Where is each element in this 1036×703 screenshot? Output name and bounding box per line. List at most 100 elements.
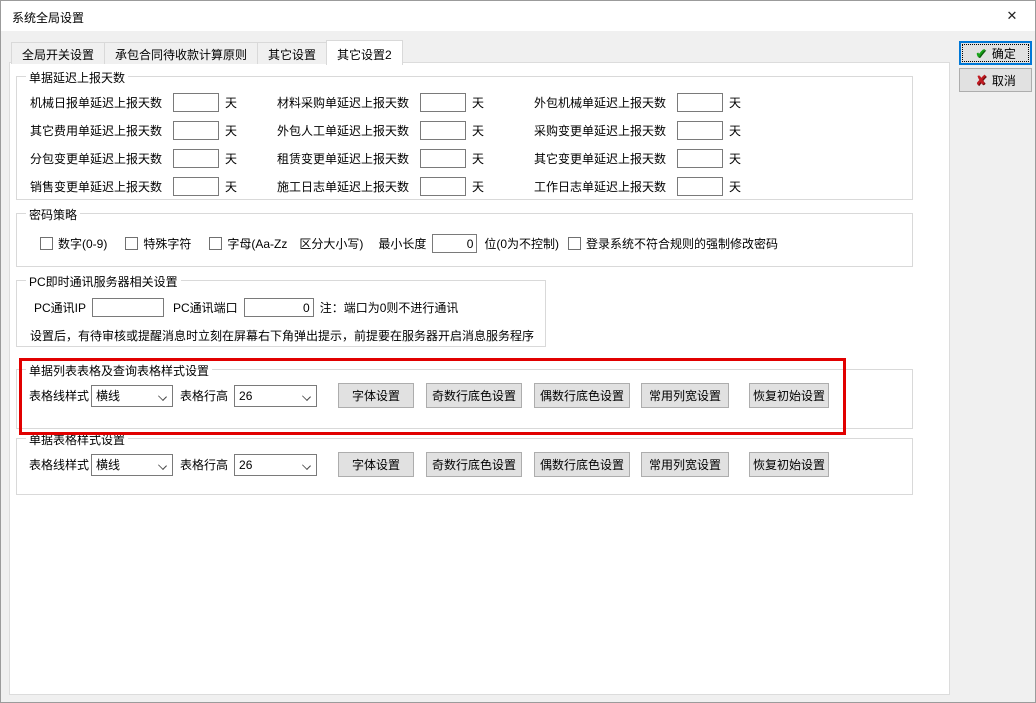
group-title: PC即时通讯服务器相关设置 — [26, 273, 181, 290]
checkbox-digits[interactable]: 数字(0-9) — [40, 235, 107, 252]
delay-label: 外包人工单延迟上报天数 — [277, 122, 420, 139]
delay-cell: 外包机械单延迟上报天数 天 — [534, 93, 741, 112]
delay-days-input[interactable] — [677, 149, 723, 168]
tab-contract-receivable-rules[interactable]: 承包合同待收款计算原则 — [104, 42, 258, 64]
delay-days-input[interactable] — [420, 149, 466, 168]
selected-value: 26 — [239, 458, 252, 472]
delay-row: 机械日报单延迟上报天数 天 材料采购单延迟上报天数 天 外包机械单延迟上报天数 … — [30, 92, 741, 112]
odd-row-color-button[interactable]: 奇数行底色设置 — [426, 452, 522, 477]
unit-label: 天 — [472, 178, 484, 195]
unit-label: 天 — [225, 122, 237, 139]
delay-days-input[interactable] — [173, 149, 219, 168]
delay-label: 销售变更单延迟上报天数 — [30, 178, 173, 195]
delay-cell: 其它变更单延迟上报天数 天 — [534, 149, 741, 168]
delay-days-input[interactable] — [420, 177, 466, 196]
row-height-select[interactable]: 26 — [234, 454, 317, 476]
im-server-description: 设置后，有待审核或提醒消息时立刻在屏幕右下角弹出提示，前提要在服务器开启消息服务… — [30, 327, 534, 344]
chevron-down-icon — [302, 461, 311, 470]
unit-label: 天 — [729, 122, 741, 139]
restore-defaults-button[interactable]: 恢复初始设置 — [749, 452, 829, 477]
checkbox-box[interactable] — [125, 237, 138, 250]
delay-label: 采购变更单延迟上报天数 — [534, 122, 677, 139]
tab-page-other-settings-2: 单据延迟上报天数 机械日报单延迟上报天数 天 材料采购单延迟上报天数 天 外包机… — [9, 62, 950, 695]
pc-port-label: PC通讯端口 — [173, 299, 238, 316]
delay-label: 其它变更单延迟上报天数 — [534, 150, 677, 167]
delay-label: 分包变更单延迟上报天数 — [30, 150, 173, 167]
group-title: 密码策略 — [26, 206, 80, 223]
tab-other-settings-2[interactable]: 其它设置2 — [326, 40, 403, 65]
close-icon[interactable]: ✕ — [989, 1, 1035, 30]
group-password-policy: 密码策略 数字(0-9) 特殊字符 字母(Aa-Zz 区分大小写) 最小长度 位… — [16, 213, 913, 267]
delay-cell: 施工日志单延迟上报天数 天 — [277, 177, 534, 196]
delay-days-input[interactable] — [677, 177, 723, 196]
delay-days-input[interactable] — [173, 93, 219, 112]
checkbox-box[interactable] — [568, 237, 581, 250]
delay-days-input[interactable] — [173, 121, 219, 140]
tab-strip: 全局开关设置 承包合同待收款计算原则 其它设置 其它设置2 — [11, 40, 402, 64]
delay-cell: 材料采购单延迟上报天数 天 — [277, 93, 534, 112]
cancel-button-label: 取消 — [992, 72, 1016, 89]
row-height-label: 表格行高 — [180, 456, 228, 473]
delay-cell: 采购变更单延迟上报天数 天 — [534, 121, 741, 140]
column-width-button[interactable]: 常用列宽设置 — [641, 452, 729, 477]
unit-label: 天 — [729, 150, 741, 167]
port-note: 注：端口为0则不进行通讯 — [320, 299, 459, 316]
group-pc-im-server: PC即时通讯服务器相关设置 PC通讯IP PC通讯端口 注：端口为0则不进行通讯… — [16, 280, 546, 347]
delay-cell: 工作日志单延迟上报天数 天 — [534, 177, 741, 196]
group-title: 单据延迟上报天数 — [26, 69, 128, 86]
delay-days-input[interactable] — [677, 93, 723, 112]
dialog-title: 系统全局设置 — [12, 9, 84, 26]
title-bar: 系统全局设置 ✕ — [1, 1, 1035, 31]
delay-cell: 分包变更单延迟上报天数 天 — [30, 149, 277, 168]
checkbox-letters-case[interactable]: 字母(Aa-Zz 区分大小写) — [209, 235, 363, 252]
group-delay-report-days: 单据延迟上报天数 机械日报单延迟上报天数 天 材料采购单延迟上报天数 天 外包机… — [16, 76, 913, 200]
checkbox-special-chars[interactable]: 特殊字符 — [125, 235, 191, 252]
group-doc-table-style: 单据表格样式设置 表格线样式 横线 表格行高 26 字体设置 奇数行底色设置 偶… — [16, 438, 913, 495]
delay-label: 其它费用单延迟上报天数 — [30, 122, 173, 139]
checkbox-box[interactable] — [209, 237, 222, 250]
unit-label: 天 — [472, 122, 484, 139]
pc-ip-label: PC通讯IP — [34, 299, 86, 316]
highlight-rectangle — [19, 358, 846, 435]
chevron-down-icon — [158, 461, 167, 470]
delay-days-input[interactable] — [677, 121, 723, 140]
delay-days-input[interactable] — [420, 121, 466, 140]
ok-button-label: 确定 — [992, 45, 1016, 62]
checkbox-label: 登录系统不符合规则的强制修改密码 — [586, 235, 778, 252]
even-row-color-button[interactable]: 偶数行底色设置 — [534, 452, 630, 477]
delay-label: 外包机械单延迟上报天数 — [534, 94, 677, 111]
delay-label: 材料采购单延迟上报天数 — [277, 94, 420, 111]
pc-port-input[interactable] — [244, 298, 314, 317]
min-length-input[interactable] — [432, 234, 477, 253]
delay-row: 销售变更单延迟上报天数 天 施工日志单延迟上报天数 天 工作日志单延迟上报天数 … — [30, 176, 741, 196]
delay-cell: 租赁变更单延迟上报天数 天 — [277, 149, 534, 168]
tab-global-switch-settings[interactable]: 全局开关设置 — [11, 42, 105, 64]
tab-other-settings[interactable]: 其它设置 — [257, 42, 327, 64]
cancel-button[interactable]: ✘ 取消 — [959, 68, 1032, 92]
delay-cell: 机械日报单延迟上报天数 天 — [30, 93, 277, 112]
password-policy-row: 数字(0-9) 特殊字符 字母(Aa-Zz 区分大小写) 最小长度 位(0为不控… — [40, 234, 778, 253]
delay-row: 其它费用单延迟上报天数 天 外包人工单延迟上报天数 天 采购变更单延迟上报天数 … — [30, 120, 741, 140]
line-style-select[interactable]: 横线 — [91, 454, 173, 476]
delay-label: 施工日志单延迟上报天数 — [277, 178, 420, 195]
unit-label: 天 — [472, 150, 484, 167]
delay-days-input[interactable] — [173, 177, 219, 196]
delay-days-input[interactable] — [420, 93, 466, 112]
checkbox-box[interactable] — [40, 237, 53, 250]
ok-button[interactable]: ✔ 确定 — [959, 41, 1032, 65]
font-settings-button[interactable]: 字体设置 — [338, 452, 414, 477]
pc-ip-input[interactable] — [92, 298, 164, 317]
checkbox-label: 数字(0-9) — [58, 235, 107, 252]
delay-row: 分包变更单延迟上报天数 天 租赁变更单延迟上报天数 天 其它变更单延迟上报天数 … — [30, 148, 741, 168]
line-style-label: 表格线样式 — [29, 456, 89, 473]
min-length-suffix: 位(0为不控制) — [484, 235, 559, 252]
delay-label: 租赁变更单延迟上报天数 — [277, 150, 420, 167]
checkbox-force-password-change[interactable]: 登录系统不符合规则的强制修改密码 — [568, 235, 778, 252]
unit-label: 天 — [472, 94, 484, 111]
checkbox-label: 字母(Aa-Zz 区分大小写) — [227, 235, 363, 252]
delay-cell: 销售变更单延迟上报天数 天 — [30, 177, 277, 196]
min-length-label: 最小长度 — [378, 235, 426, 252]
unit-label: 天 — [225, 94, 237, 111]
im-server-row: PC通讯IP PC通讯端口 注：端口为0则不进行通讯 — [34, 298, 458, 317]
system-global-settings-dialog: 系统全局设置 ✕ 全局开关设置 承包合同待收款计算原则 其它设置 其它设置2 单… — [0, 0, 1036, 703]
